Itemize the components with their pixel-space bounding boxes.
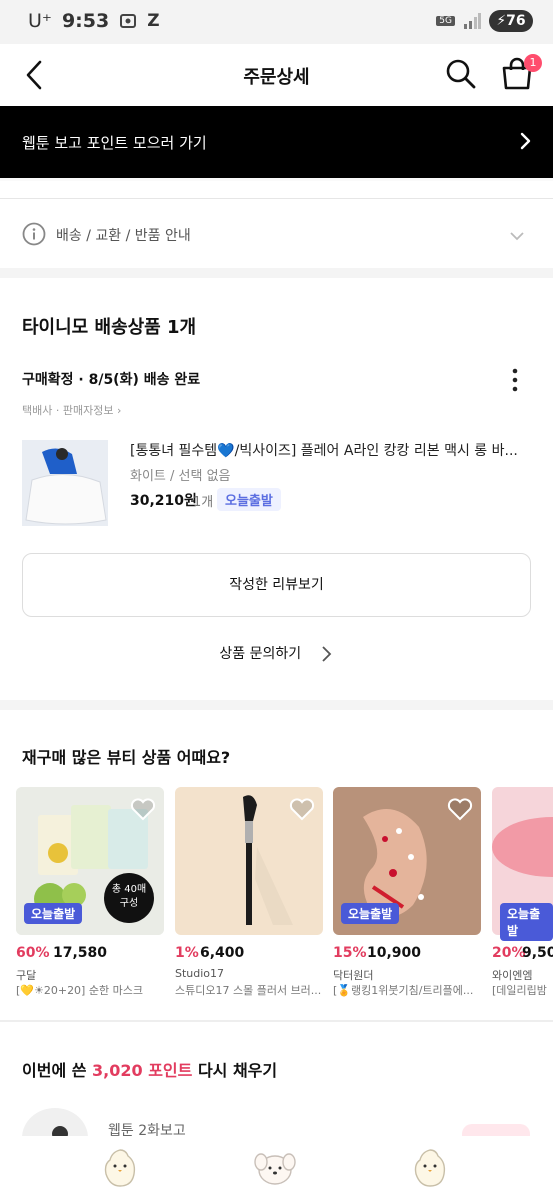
webtoon-thumbnail[interactable] [22, 1108, 88, 1138]
screenshot-icon [120, 14, 137, 28]
heart-icon[interactable] [289, 797, 315, 825]
discount-rate: 20% [492, 945, 526, 961]
cart-count-badge: 1 [524, 54, 542, 72]
sale-price: 6,400 [200, 945, 245, 961]
carrier-label: U⁺ [28, 10, 52, 32]
puppy-mascot-icon[interactable] [253, 1148, 297, 1192]
heart-icon[interactable] [447, 797, 473, 825]
refill-points-title: 이번에 쓴 3,020 포인트 다시 채우기 [22, 1061, 278, 1080]
view-review-button[interactable]: 작성한 리뷰보기 [22, 553, 531, 617]
product-thumbnail[interactable] [22, 440, 108, 526]
network-type: 5G [436, 16, 455, 26]
banner-text: 웹툰 보고 포인트 모으러 가기 [22, 134, 207, 152]
chevron-down-icon [509, 226, 525, 245]
product-description: [데일리립밤 [492, 984, 547, 997]
count-badge: 총 40매 구성 [104, 873, 154, 923]
section-divider [0, 268, 553, 278]
chevron-right-icon [321, 646, 331, 662]
more-options-button[interactable] [505, 366, 525, 396]
heart-icon[interactable] [130, 797, 156, 825]
order-section-title: 타이니모 배송상품 1개 [22, 317, 197, 338]
search-button[interactable] [443, 56, 479, 92]
signal-icon [464, 13, 481, 29]
chick-mascot-icon[interactable] [412, 1148, 448, 1192]
webtoon-banner[interactable]: 웹툰 보고 포인트 모으러 가기 [0, 106, 553, 178]
status-bar: U⁺ 9:53 Z 5G ⚡76 [0, 0, 553, 44]
product-description: 스튜디오17 스몰 플러서 브러... [175, 984, 322, 997]
brand-name: 와이엔엠 [492, 969, 533, 982]
clock: 9:53 [61, 10, 110, 32]
product-name[interactable]: [통통녀 필수템💙/빅사이즈] 플레어 A라인 캉캉 리본 맥시 롱 바... [130, 440, 530, 460]
sale-price: 9,50 [522, 945, 553, 961]
inquiry-label: 상품 문의하기 [219, 646, 302, 662]
discount-rate: 60% [16, 945, 50, 961]
app-header: 주문상세 [0, 44, 553, 106]
product-inquiry-button[interactable]: 상품 문의하기 [0, 643, 553, 663]
today-shipping-badge: 오늘출발 [24, 903, 83, 924]
today-shipping-badge: 오늘출발 [217, 488, 281, 511]
recommend-title: 재구매 많은 뷰티 상품 어때요? [22, 748, 231, 767]
product-option: 화이트 / 선택 없음 [130, 469, 231, 484]
section-divider [0, 198, 553, 199]
carrier-seller-link[interactable]: 택배사 · 판매자정보 › [22, 402, 121, 418]
discount-rate: 1% [175, 945, 199, 961]
product-description: [🏅랭킹1위붓기침/트리플에... [333, 984, 474, 997]
product-price: 30,210원 [130, 493, 197, 509]
section-divider [0, 1020, 553, 1022]
chick-mascot-icon[interactable] [102, 1148, 138, 1192]
brand-name: 구달 [16, 969, 37, 982]
product-description: [💛☀20+20] 순한 마스크 [16, 984, 143, 997]
shipping-info-label: 배송 / 교환 / 반품 안내 [56, 228, 191, 244]
discount-rate: 15% [333, 945, 367, 961]
z-icon: Z [147, 11, 160, 31]
today-shipping-badge: 오늘출발 [500, 903, 553, 941]
brand-name: Studio17 [175, 967, 225, 980]
product-card[interactable]: 오늘출발 20% 9,50 와이엔엠 [데일리립밤 [492, 787, 553, 1002]
more-vertical-icon [512, 368, 518, 392]
section-divider [0, 178, 553, 181]
info-icon [22, 222, 46, 250]
shipping-info-row[interactable]: 배송 / 교환 / 반품 안내 [0, 200, 553, 268]
today-shipping-badge: 오늘출발 [341, 903, 400, 924]
brand-name: 닥터원더 [333, 969, 374, 982]
product-quantity: 1개 [193, 495, 214, 510]
sale-price: 10,900 [367, 945, 422, 961]
points-amount: 3,020 포인트 [92, 1061, 193, 1080]
search-icon [446, 59, 476, 89]
section-divider [0, 700, 553, 710]
battery-indicator: ⚡76 [489, 10, 533, 32]
sale-price: 17,580 [53, 945, 108, 961]
order-status: 구매확정 · 8/5(화) 배송 완료 [22, 372, 201, 388]
bottom-navigation [0, 1136, 553, 1200]
chevron-right-icon [519, 132, 531, 154]
